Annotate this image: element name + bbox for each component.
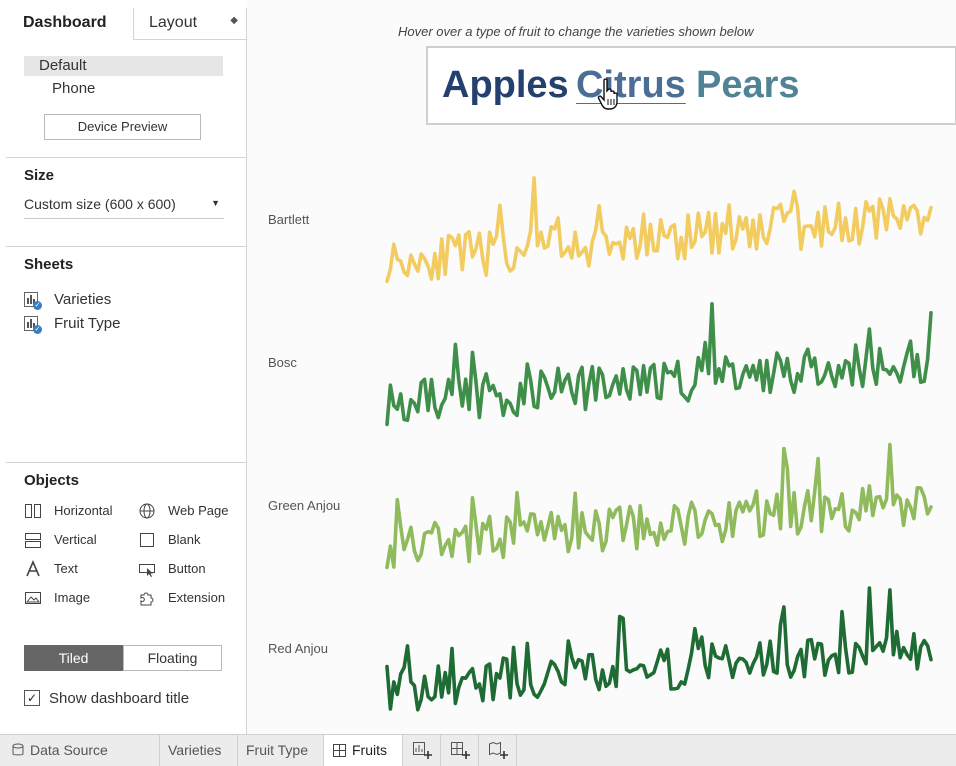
object-label: Image <box>54 590 91 605</box>
objects-section-title: Objects <box>24 472 80 489</box>
button-icon <box>139 564 155 577</box>
device-phone-item[interactable]: Phone <box>52 80 95 97</box>
tab-layout-label: Layout <box>149 14 198 31</box>
show-title-label: Show dashboard title <box>49 690 190 707</box>
object-label: Web Page <box>168 503 229 518</box>
horizontal-container-icon <box>25 504 41 518</box>
variety-label: Bosc <box>268 355 297 370</box>
variety-label: Bartlett <box>268 212 310 227</box>
divider <box>6 157 246 158</box>
size-dropdown[interactable]: Custom size (600 x 600) ▼ <box>24 196 224 219</box>
tab-varieties[interactable]: Varieties <box>160 735 238 766</box>
variety-label: Red Anjou <box>268 641 328 656</box>
sparkline-green-anjou[interactable] <box>385 436 933 576</box>
tab-layout[interactable]: Layout ◆ <box>134 8 246 40</box>
sheets-section-title: Sheets <box>24 256 74 273</box>
new-worksheet-icon <box>413 742 432 759</box>
sheet-item-label: Fruit Type <box>54 315 121 332</box>
dashboard-pane: Dashboard Layout ◆ Default Phone Device … <box>6 8 247 734</box>
vertical-container-icon <box>25 533 41 548</box>
fruit-apples[interactable]: Apples <box>442 64 569 107</box>
floating-toggle[interactable]: Floating <box>123 645 222 671</box>
worksheet-icon: ✓ <box>24 316 42 334</box>
divider <box>6 246 246 247</box>
tiled-toggle[interactable]: Tiled <box>24 645 123 671</box>
sparkline-red-anjou[interactable] <box>385 579 933 719</box>
tab-fruit-type[interactable]: Fruit Type <box>238 735 324 766</box>
object-label: Extension <box>168 590 226 605</box>
size-dropdown-value: Custom size (600 x 600) <box>24 196 176 212</box>
updown-arrows-icon: ◆ <box>230 15 238 26</box>
fruit-type-selector: Apples Citrus Pears <box>426 46 956 125</box>
tab-dashboard[interactable]: Dashboard <box>6 8 134 40</box>
tab-label: Data Source <box>30 742 108 758</box>
fruit-citrus[interactable]: Citrus <box>576 64 686 107</box>
sheet-tabs-bar: Data Source Varieties Fruit Type Fruits <box>0 734 956 766</box>
tab-data-source[interactable]: Data Source <box>0 735 160 766</box>
object-label: Blank <box>168 532 201 547</box>
pane-tabs: Dashboard Layout ◆ <box>6 8 246 40</box>
hover-hint-text: Hover over a type of fruit to change the… <box>398 24 754 39</box>
device-default-item[interactable]: Default <box>24 56 223 76</box>
tab-label: Fruits <box>352 742 387 758</box>
new-story-icon <box>489 742 508 759</box>
worksheet-icon: ✓ <box>24 292 42 310</box>
new-story-button[interactable] <box>479 735 517 766</box>
fruit-pears[interactable]: Pears <box>696 64 800 107</box>
database-icon <box>12 743 24 756</box>
puzzle-icon <box>140 592 154 606</box>
tab-fruits[interactable]: Fruits <box>324 735 403 766</box>
show-title-checkbox[interactable]: ✓ <box>24 690 40 706</box>
sheet-item-label: Varieties <box>54 291 112 308</box>
text-icon <box>26 560 40 577</box>
sparkline-bartlett[interactable] <box>385 150 933 290</box>
hand-pointer-cursor-icon <box>597 78 618 110</box>
dashboard-grid-icon <box>333 744 346 757</box>
object-label: Horizontal <box>54 503 113 518</box>
new-dashboard-icon <box>451 742 470 759</box>
globe-icon <box>139 503 155 519</box>
device-preview-button[interactable]: Device Preview <box>44 114 201 140</box>
new-dashboard-button[interactable] <box>441 735 479 766</box>
new-worksheet-button[interactable] <box>403 735 441 766</box>
image-icon <box>25 592 41 604</box>
variety-label: Green Anjou <box>268 498 341 513</box>
object-label: Button <box>168 561 206 576</box>
object-label: Vertical <box>54 532 97 547</box>
sparkline-bosc[interactable] <box>385 293 933 433</box>
chevron-down-icon: ▼ <box>211 198 220 208</box>
size-section-title: Size <box>24 167 55 184</box>
object-label: Text <box>54 561 78 576</box>
blank-icon <box>140 533 154 547</box>
divider <box>6 462 246 463</box>
